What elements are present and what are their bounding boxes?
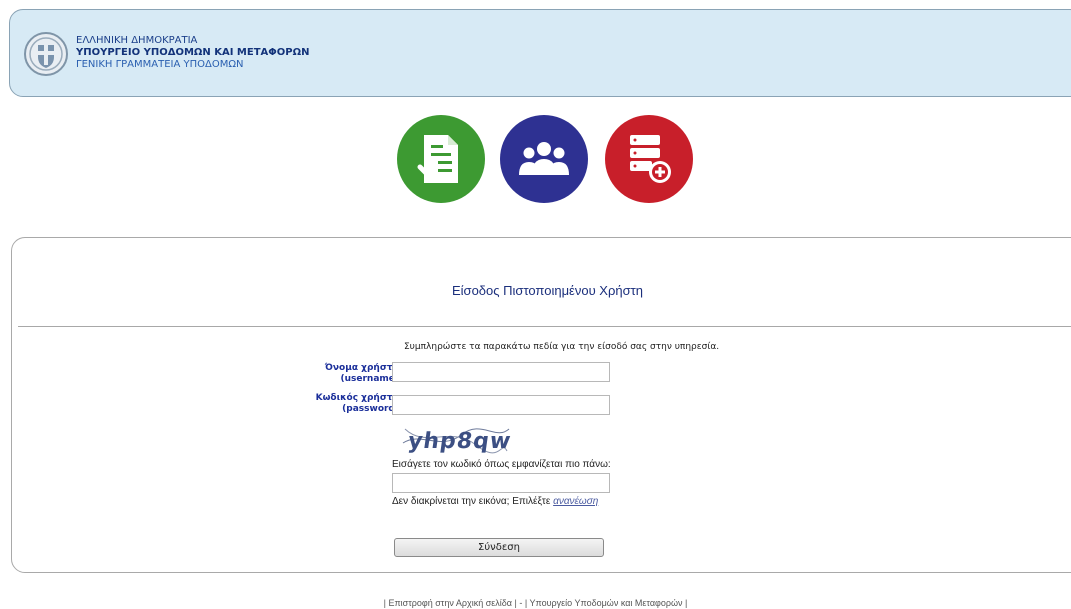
database-add-button[interactable] — [605, 115, 693, 203]
document-check-icon — [417, 135, 458, 183]
users-group-button[interactable] — [500, 115, 588, 203]
username-label-sub: (username) — [340, 374, 400, 384]
database-add-icon — [630, 135, 671, 183]
refresh-prefix: Δεν διακρίνεται την εικόνα; Επιλέξτε — [392, 496, 554, 507]
password-label: Κωδικός χρήστη (password) — [316, 393, 399, 415]
secretariat-name: ΓΕΝΙΚΗ ΓΡΑΜΜΑΤΕΙΑ ΥΠΟΔΟΜΩΝ — [76, 59, 244, 70]
login-title: Είσοδος Πιστοποιημένου Χρήστη — [451, 283, 643, 298]
footer-separator: | - | — [512, 598, 530, 608]
ministry-name: ΥΠΟΥΡΓΕΙΟ ΥΠΟΔΟΜΩΝ ΚΑΙ ΜΕΤΑΦΟΡΩΝ — [76, 47, 310, 58]
captcha-hint: Εισάγετε τον κωδικό όπως εμφανίζεται πιο… — [392, 459, 611, 470]
username-input[interactable] — [392, 362, 610, 382]
password-label-sub: (password) — [342, 404, 399, 414]
divider — [18, 326, 1071, 327]
country-name: ΕΛΛΗΝΙΚΗ ΔΗΜΟΚΡΑΤΙΑ — [76, 35, 198, 46]
captcha-input[interactable] — [392, 473, 610, 493]
refresh-link[interactable]: ανανέωση — [553, 496, 598, 507]
password-input[interactable] — [392, 395, 610, 415]
username-label: Όνομα χρήστη (username) — [325, 363, 399, 385]
password-label-text: Κωδικός χρήστη — [315, 393, 399, 403]
login-submit-button[interactable]: Σύνδεση — [394, 538, 604, 557]
login-instructions: Συμπληρώστε τα παρακάτω πεδία για την εί… — [404, 342, 720, 352]
footer: | Επιστροφή στην Αρχική σελίδα | - | Υπο… — [0, 598, 1071, 608]
footer-home-link[interactable]: Επιστροφή στην Αρχική σελίδα — [388, 598, 512, 608]
users-group-icon — [519, 142, 569, 175]
greek-coat-of-arms-icon — [24, 32, 68, 76]
page: ΕΛΛΗΝΙΚΗ ΔΗΜΟΚΡΑΤΙΑ ΥΠΟΥΡΓΕΙΟ ΥΠΟΔΟΜΩΝ Κ… — [0, 0, 1071, 609]
captcha-text: yhp8qw — [406, 428, 511, 454]
footer-ministry-link[interactable]: Υπουργείο Υποδομών και Μεταφορών — [530, 598, 683, 608]
header-text: ΕΛΛΗΝΙΚΗ ΔΗΜΟΚΡΑΤΙΑ ΥΠΟΥΡΓΕΙΟ ΥΠΟΔΟΜΩΝ Κ… — [76, 35, 309, 71]
footer-close: | — [682, 598, 688, 608]
login-panel: Είσοδος Πιστοποιημένου Χρήστη Συμπληρώστ… — [11, 237, 1071, 573]
captcha-image: yhp8qw — [402, 428, 511, 454]
username-label-text: Όνομα χρήστη — [324, 363, 399, 373]
document-check-button[interactable] — [397, 115, 485, 203]
captcha-refresh-line: Δεν διακρίνεται την εικόνα; Επιλέξτε ανα… — [392, 496, 598, 507]
header-banner: ΕΛΛΗΝΙΚΗ ΔΗΜΟΚΡΑΤΙΑ ΥΠΟΥΡΓΕΙΟ ΥΠΟΔΟΜΩΝ Κ… — [9, 9, 1071, 97]
